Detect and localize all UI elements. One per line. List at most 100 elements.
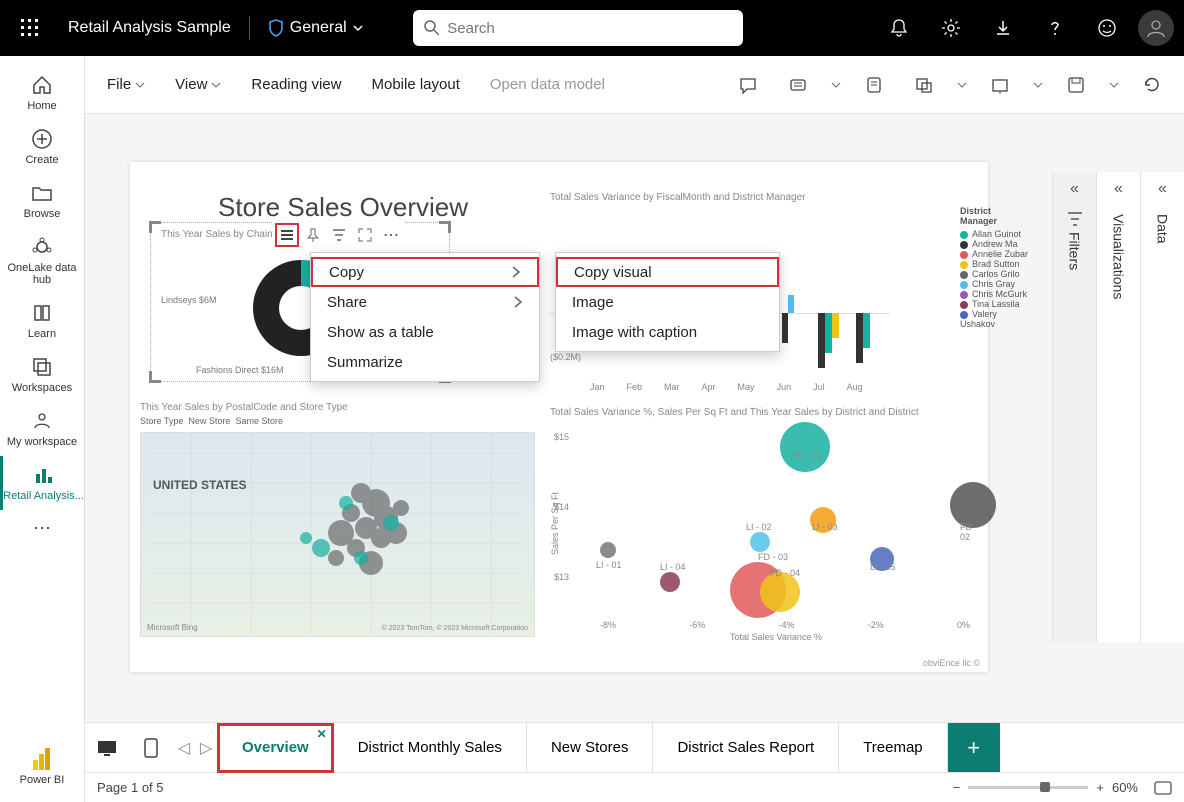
map-visual[interactable]: This Year Sales by PostalCode and Store … [140,402,535,637]
bookmark-dropdown[interactable] [828,80,844,90]
nav-label: Home [27,100,56,112]
nav-label: Workspaces [12,382,72,394]
footer-credit: obviEnce llc © [923,658,980,668]
map-provider: Microsoft Bing [147,623,198,632]
filter-icon [1066,210,1084,228]
page-tabs: ◁ ▷ Overview ✕ District Monthly Sales Ne… [85,722,1184,772]
zoom-out-button[interactable]: − [953,780,961,795]
menu-mobile-layout[interactable]: Mobile layout [361,70,469,99]
nav-learn[interactable]: Learn [0,294,84,348]
search-input[interactable] [447,20,732,37]
menu-file[interactable]: File [97,70,155,99]
sensitivity-dropdown[interactable]: General [268,19,363,37]
resize-handle[interactable] [439,221,451,233]
settings-icon[interactable] [930,7,972,49]
bookmark-icon[interactable] [778,65,818,105]
visualizations-pane[interactable]: « Visualizations [1096,172,1140,642]
nav-label: OneLake data hub [0,262,84,286]
nav-my-workspace[interactable]: My workspace [0,402,84,456]
visual-toolbar: ⋯ [273,221,405,249]
pie-label: Lindseys $6M [161,295,217,305]
tab-district-monthly[interactable]: District Monthly Sales [334,723,527,773]
zoom-level: 60% [1112,780,1138,795]
view-dropdown[interactable] [1030,80,1046,90]
close-tab-icon[interactable]: ✕ [317,727,327,741]
menu-view[interactable]: View [165,70,231,99]
next-page[interactable]: ▷ [195,738,217,758]
resize-handle[interactable] [149,221,161,233]
pane-label: Filters [1067,232,1083,270]
refresh-icon[interactable] [1132,65,1172,105]
left-nav-rail: Home Create Browse OneLake data hub Lear… [0,56,85,802]
sync-icon[interactable] [904,65,944,105]
status-bar: Page 1 of 5 − + 60% [85,772,1184,802]
report-canvas[interactable]: Store Sales Overview ⋯ This Year Sales b… [85,114,1184,722]
copy-submenu: Copy visual Image Image with caption [555,252,780,352]
help-icon[interactable] [1034,7,1076,49]
nav-more[interactable]: ⋯ [0,510,84,547]
focus-icon[interactable] [353,223,377,247]
collapse-icon: « [1114,180,1123,198]
save-icon[interactable] [1056,65,1096,105]
bar-legend: District Manager Allan Guinot Andrew Ma … [960,206,1030,329]
y-axis-label: ($0.2M) [550,352,581,362]
ctx-copy-image-caption[interactable]: Image with caption [556,317,779,347]
data-pane[interactable]: « Data [1140,172,1184,642]
ctx-copy[interactable]: Copy [311,257,539,287]
ctx-show-table[interactable]: Show as a table [311,317,539,347]
zoom-in-button[interactable]: + [1096,780,1104,795]
comment-icon[interactable] [728,65,768,105]
ctx-copy-visual[interactable]: Copy visual [556,257,779,287]
ctx-summarize[interactable]: Summarize [311,347,539,377]
fit-page-icon[interactable] [1154,781,1172,795]
scatter-visual[interactable]: Total Sales Variance %, Sales Per Sq Ft … [550,407,980,642]
nav-label: Browse [24,208,61,220]
desktop-view-icon[interactable] [85,723,129,773]
nav-onelake[interactable]: OneLake data hub [0,228,84,294]
view-icon[interactable] [980,65,1020,105]
add-page-button[interactable]: + [948,723,1000,773]
ctx-share[interactable]: Share [311,287,539,317]
report-title-visual: Store Sales Overview [218,192,468,223]
prev-page[interactable]: ◁ [173,738,195,758]
filter-icon[interactable] [327,223,351,247]
visual-context-menu: Copy Share Show as a table Summarize [310,252,540,382]
app-launcher-icon[interactable] [10,8,50,48]
tab-district-sales[interactable]: District Sales Report [653,723,839,773]
nav-label: Create [25,154,58,166]
account-avatar[interactable] [1138,10,1174,46]
visual-options-button[interactable] [275,223,299,247]
collapse-icon: « [1158,180,1167,198]
bar-title: Total Sales Variance by FiscalMonth and … [550,192,970,203]
tab-new-stores[interactable]: New Stores [527,723,654,773]
filters-pane[interactable]: « Filters [1052,172,1096,642]
download-icon[interactable] [982,7,1024,49]
notifications-icon[interactable] [878,7,920,49]
search-box[interactable] [413,10,743,46]
nav-workspaces[interactable]: Workspaces [0,348,84,402]
menu-open-data-model: Open data model [480,70,615,99]
nav-home[interactable]: Home [0,66,84,120]
menu-reading-view[interactable]: Reading view [241,70,351,99]
nav-retail-analysis[interactable]: Retail Analysis... [0,456,84,510]
more-icon[interactable]: ⋯ [379,223,403,247]
persist-icon[interactable] [854,65,894,105]
sync-dropdown[interactable] [954,80,970,90]
resize-handle[interactable] [149,371,161,383]
nav-create[interactable]: Create [0,120,84,174]
top-bar: Retail Analysis Sample General [0,0,1184,56]
tab-overview[interactable]: Overview ✕ [217,723,334,773]
workspace-title: Retail Analysis Sample [68,19,231,37]
power-bi-logo[interactable]: Power BI [0,740,84,794]
mobile-view-icon[interactable] [129,723,173,773]
nav-browse[interactable]: Browse [0,174,84,228]
pin-icon[interactable] [301,223,325,247]
ctx-copy-image[interactable]: Image [556,287,779,317]
tab-treemap[interactable]: Treemap [839,723,947,773]
bar-chart-icon [33,464,55,486]
feedback-icon[interactable] [1086,7,1128,49]
powerbi-icon [33,748,51,770]
zoom-control[interactable]: − + 60% [953,780,1172,795]
save-dropdown[interactable] [1106,80,1122,90]
zoom-slider[interactable] [968,786,1088,789]
